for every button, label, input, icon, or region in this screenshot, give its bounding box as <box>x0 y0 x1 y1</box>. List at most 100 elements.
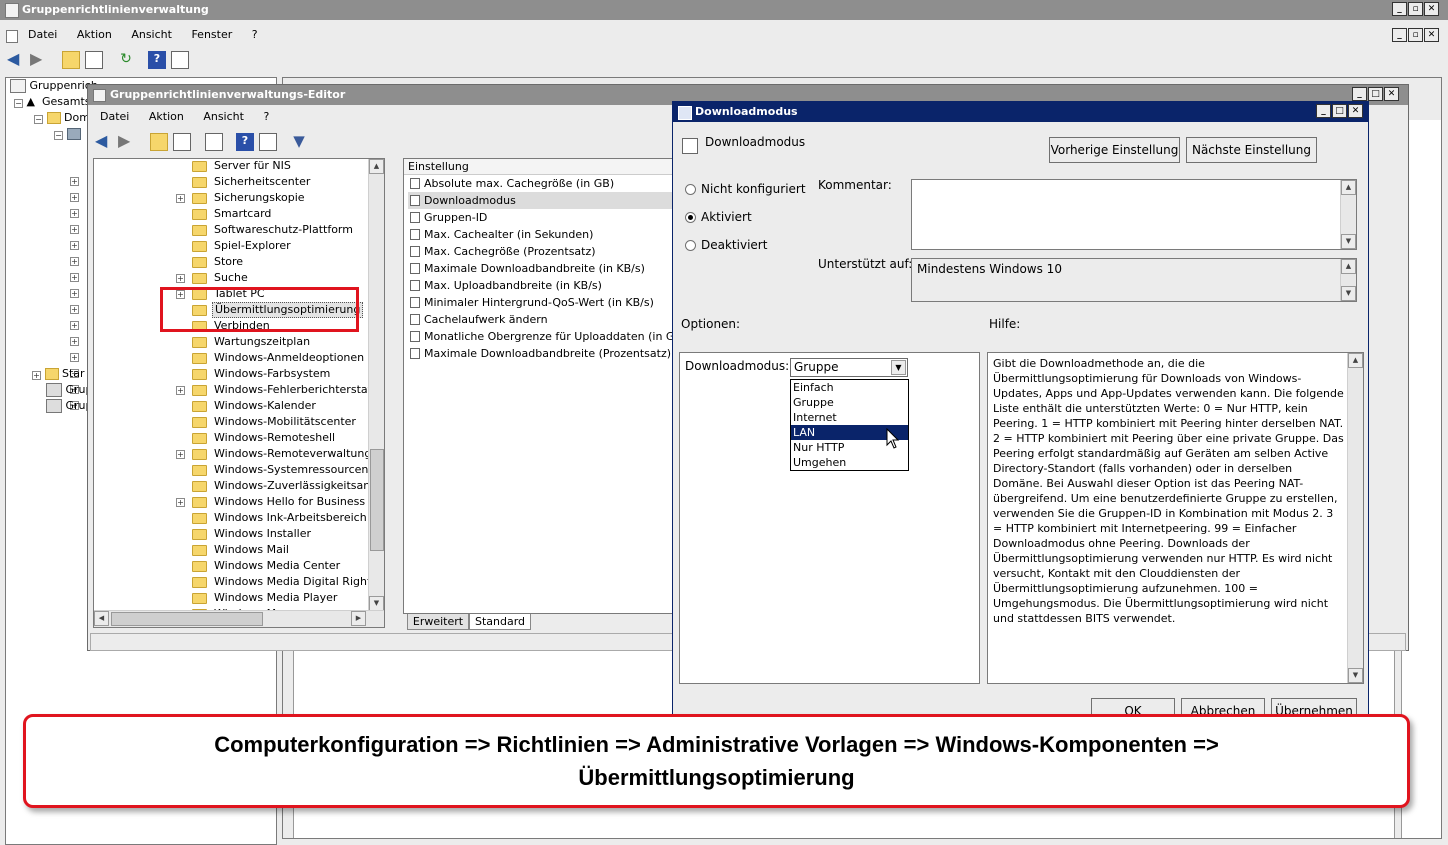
outer-close-button[interactable]: ✕ <box>1424 2 1439 16</box>
outer-mdi-minimize-button[interactable]: _ <box>1392 28 1407 42</box>
properties-icon[interactable] <box>171 51 189 69</box>
setting-row[interactable]: Cachelaufwerk ändern <box>408 311 692 328</box>
scroll-right-icon[interactable]: ▶ <box>351 611 366 626</box>
expand-icon[interactable]: + <box>70 273 79 282</box>
expand-icon[interactable]: + <box>70 257 79 266</box>
dialog-minimize-button[interactable]: _ <box>1316 104 1331 118</box>
show-hide-tree-icon[interactable] <box>85 51 103 69</box>
dialog-close-button[interactable]: ✕ <box>1348 104 1363 118</box>
outer-tree-root[interactable]: Gruppenrich <box>10 78 98 94</box>
expand-icon[interactable]: + <box>70 305 79 314</box>
scroll-up-icon[interactable]: ▲ <box>369 159 384 174</box>
outer-menu-datei[interactable]: Datei <box>20 25 65 45</box>
radio-disabled-label[interactable]: Deaktiviert <box>701 238 767 252</box>
export-list-icon[interactable] <box>205 133 223 151</box>
up-folder-icon[interactable] <box>62 51 80 69</box>
dropdown-option-gruppe[interactable]: Gruppe <box>791 395 908 410</box>
outer-titlebar[interactable]: Gruppenrichtlinienverwaltung <box>0 0 1448 20</box>
editor-menu-datei[interactable]: Datei <box>92 107 137 127</box>
radio-not-configured[interactable] <box>685 184 696 195</box>
outer-menu-ansicht[interactable]: Ansicht <box>123 25 180 45</box>
setting-row[interactable]: Max. Cachealter (in Sekunden) <box>408 226 692 243</box>
setting-row[interactable]: Max. Uploadbandbreite (in KB/s) <box>408 277 692 294</box>
collapse-icon[interactable]: − <box>34 115 43 124</box>
filter-icon[interactable]: ▼ <box>290 133 308 151</box>
scroll-up-icon[interactable]: ▲ <box>1341 180 1356 195</box>
expand-icon[interactable]: + <box>70 241 79 250</box>
supported-scrollbar[interactable]: ▲ ▼ <box>1340 259 1356 301</box>
expand-icon[interactable]: + <box>176 450 185 459</box>
dropdown-option-einfach[interactable]: Einfach <box>791 380 908 395</box>
radio-enabled-label[interactable]: Aktiviert <box>701 210 752 224</box>
back-arrow-icon[interactable]: ◀ <box>7 51 25 69</box>
expand-icon[interactable]: + <box>70 209 79 218</box>
expand-icon[interactable]: + <box>70 193 79 202</box>
tab-erweitert[interactable]: Erweitert <box>407 614 469 630</box>
expand-icon[interactable]: + <box>32 371 41 380</box>
setting-row[interactable]: Max. Cachegröße (Prozentsatz) <box>408 243 692 260</box>
expand-icon[interactable]: + <box>176 194 185 203</box>
next-setting-button[interactable]: Nächste Einstellung <box>1186 137 1317 163</box>
tab-standard[interactable]: Standard <box>469 614 531 630</box>
settings-column-header[interactable]: Einstellung <box>404 159 692 175</box>
dropdown-option-internet[interactable]: Internet <box>791 410 908 425</box>
outer-minimize-button[interactable]: _ <box>1392 2 1407 16</box>
scroll-down-icon[interactable]: ▼ <box>369 596 384 611</box>
setting-row[interactable]: Maximale Downloadbandbreite (in KB/s) <box>408 260 692 277</box>
outer-tree-starter-gpo[interactable]: + Star <box>32 366 85 382</box>
expand-icon[interactable]: + <box>70 353 79 362</box>
outer-tree-gp-modeling[interactable]: Grup <box>46 382 93 398</box>
expand-icon[interactable]: + <box>70 225 79 234</box>
radio-enabled[interactable] <box>685 212 696 223</box>
comment-field[interactable]: ▲ ▼ <box>911 179 1357 250</box>
setting-row[interactable]: Minimaler Hintergrund-QoS-Wert (in KB/s) <box>408 294 692 311</box>
expand-icon[interactable]: + <box>70 321 79 330</box>
outer-menu-fenster[interactable]: Fenster <box>183 25 240 45</box>
help-icon[interactable]: ? <box>236 133 254 151</box>
outer-mdi-restore-button[interactable]: ▫ <box>1408 28 1423 42</box>
outer-menu-help[interactable]: ? <box>244 25 266 45</box>
scroll-down-icon[interactable]: ▼ <box>1341 286 1356 301</box>
outer-tree-domain[interactable]: − <box>54 126 81 142</box>
scroll-down-icon[interactable]: ▼ <box>1348 668 1363 683</box>
radio-disabled[interactable] <box>685 240 696 251</box>
setting-row[interactable]: Gruppen-ID <box>408 209 692 226</box>
scroll-up-icon[interactable]: ▲ <box>1341 259 1356 274</box>
outer-maximize-button[interactable]: ▫ <box>1408 2 1423 16</box>
back-arrow-icon[interactable]: ◀ <box>95 133 113 151</box>
editor-maximize-button[interactable]: □ <box>1368 87 1383 101</box>
outer-tree-gp-results[interactable]: Grup <box>46 398 93 414</box>
expand-icon[interactable]: + <box>70 289 79 298</box>
up-folder-icon[interactable] <box>150 133 168 151</box>
editor-minimize-button[interactable]: _ <box>1352 87 1367 101</box>
expand-icon[interactable]: + <box>176 498 185 507</box>
hscroll-thumb[interactable] <box>111 612 263 626</box>
collapse-icon[interactable]: − <box>14 99 23 108</box>
show-hide-tree-icon[interactable] <box>173 133 191 151</box>
editor-menu-aktion[interactable]: Aktion <box>141 107 192 127</box>
expand-icon[interactable]: + <box>176 386 185 395</box>
comment-scrollbar[interactable]: ▲ ▼ <box>1340 180 1356 249</box>
outer-tree-domains[interactable]: − Dom <box>34 110 90 126</box>
dialog-titlebar[interactable]: Downloadmodus <box>673 102 1368 122</box>
collapse-icon[interactable]: − <box>54 131 63 140</box>
download-mode-select[interactable]: Gruppe ▼ <box>790 358 908 377</box>
dropdown-option-umgehen[interactable]: Umgehen <box>791 455 908 470</box>
setting-row[interactable]: Maximale Downloadbandbreite (Prozentsatz… <box>408 345 692 362</box>
scroll-thumb[interactable] <box>370 449 384 551</box>
expand-icon[interactable]: + <box>70 177 79 186</box>
editor-close-button[interactable]: ✕ <box>1384 87 1399 101</box>
chevron-down-icon[interactable]: ▼ <box>891 360 906 375</box>
dialog-maximize-button[interactable]: □ <box>1332 104 1347 118</box>
scroll-up-icon[interactable]: ▲ <box>1348 353 1363 368</box>
editor-tree-hscrollbar[interactable]: ◀ ▶ <box>94 610 384 627</box>
refresh-icon[interactable]: ↻ <box>117 51 135 69</box>
setting-row[interactable]: Monatliche Obergrenze für Uploaddaten (i… <box>408 328 692 345</box>
radio-not-configured-label[interactable]: Nicht konfiguriert <box>701 182 806 196</box>
setting-row[interactable]: Absolute max. Cachegröße (in GB) <box>408 175 692 192</box>
editor-menu-ansicht[interactable]: Ansicht <box>195 107 252 127</box>
scroll-down-icon[interactable]: ▼ <box>1341 234 1356 249</box>
help-icon[interactable]: ? <box>148 51 166 69</box>
editor-tree-scrollbar[interactable]: ▲ ▼ <box>368 159 384 611</box>
scroll-left-icon[interactable]: ◀ <box>94 611 109 626</box>
